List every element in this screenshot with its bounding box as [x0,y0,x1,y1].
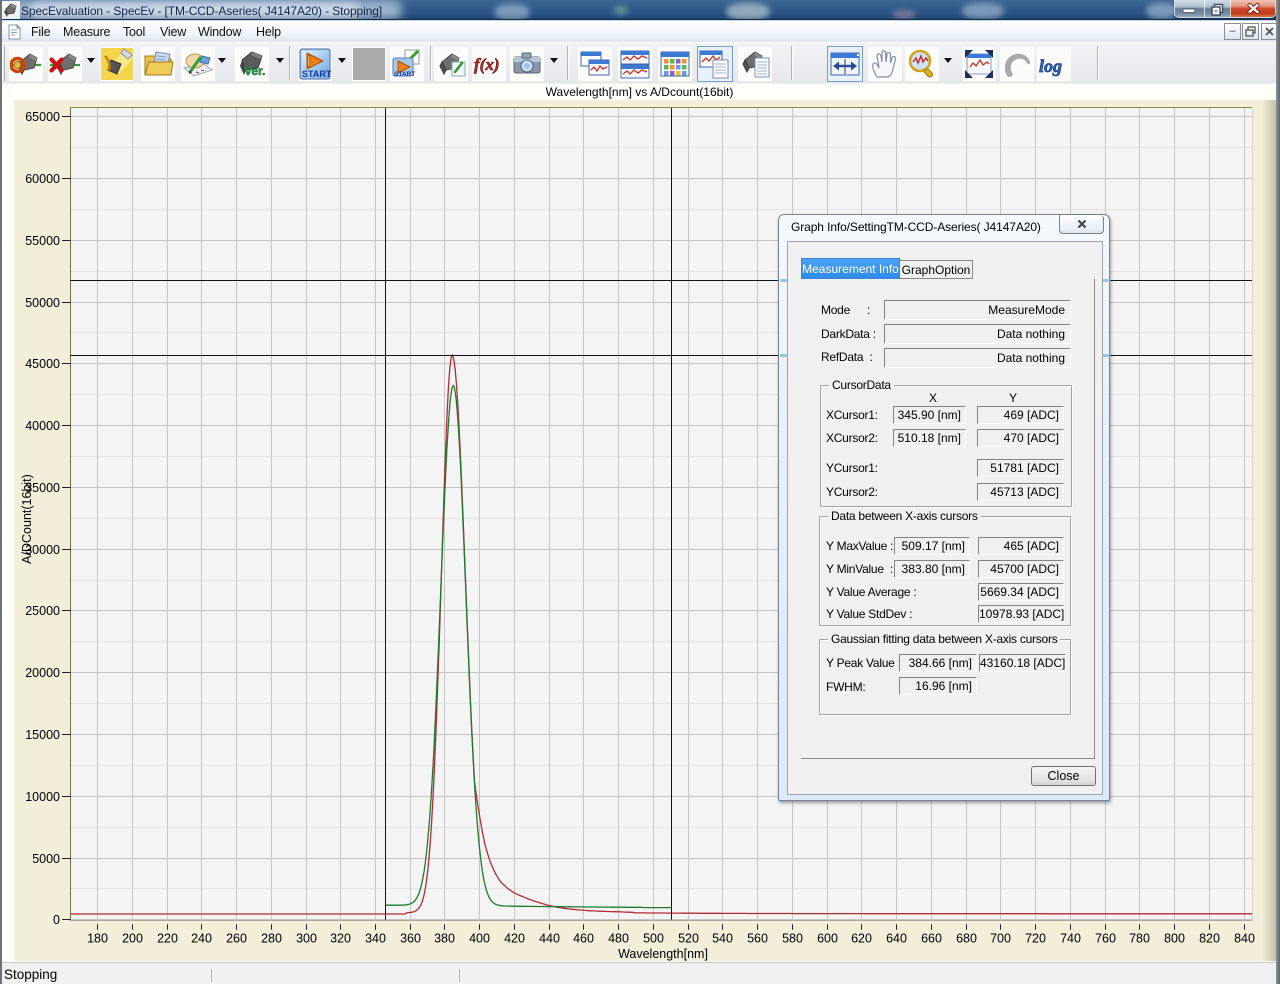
svg-text:740: 740 [1060,931,1081,945]
svg-text:420: 420 [504,931,525,945]
svg-text:60000: 60000 [25,172,60,186]
svg-text:Wavelength[nm]: Wavelength[nm] [618,947,708,961]
svg-text:280: 280 [261,931,282,945]
svg-text:820: 820 [1199,931,1220,945]
svg-text:760: 760 [1095,931,1116,945]
svg-text:Ver.: Ver. [244,64,265,78]
svg-text:55000: 55000 [25,234,60,248]
svg-text:180: 180 [87,931,108,945]
svg-text:660: 660 [921,931,942,945]
svg-text:220: 220 [157,931,178,945]
svg-text:640: 640 [886,931,907,945]
svg-text:320: 320 [330,931,351,945]
svg-text:300: 300 [296,931,317,945]
svg-text:260: 260 [226,931,247,945]
svg-text:5000: 5000 [32,852,60,866]
svg-text:540: 540 [712,931,733,945]
svg-text:380: 380 [434,931,455,945]
svg-text:log: log [1039,56,1062,76]
svg-text:0: 0 [53,913,60,927]
svg-text:840: 840 [1234,931,1255,945]
svg-text:480: 480 [608,931,629,945]
svg-text:460: 460 [573,931,594,945]
svg-text:25000: 25000 [25,604,60,618]
svg-text:680: 680 [956,931,977,945]
svg-text:600: 600 [817,931,838,945]
svg-text:20000: 20000 [25,666,60,680]
svg-text:700: 700 [990,931,1011,945]
svg-text:580: 580 [782,931,803,945]
svg-text:START: START [394,71,415,78]
svg-text:360: 360 [400,931,421,945]
svg-text:780: 780 [1129,931,1150,945]
svg-text:15000: 15000 [25,728,60,742]
svg-text:50000: 50000 [25,296,60,310]
svg-text:340: 340 [365,931,386,945]
svg-text:65000: 65000 [25,110,60,124]
svg-text:400: 400 [469,931,490,945]
svg-text:40000: 40000 [25,419,60,433]
svg-text:45000: 45000 [25,357,60,371]
svg-text:720: 720 [1025,931,1046,945]
svg-text:440: 440 [539,931,560,945]
svg-text:560: 560 [747,931,768,945]
svg-text:520: 520 [678,931,699,945]
svg-text:620: 620 [851,931,872,945]
svg-text:10000: 10000 [25,790,60,804]
svg-text:START: START [302,69,331,79]
svg-text:A/DCount(16bit): A/DCount(16bit) [20,474,34,564]
svg-text:800: 800 [1164,931,1185,945]
svg-text:500: 500 [643,931,664,945]
svg-text:f(x): f(x) [474,55,499,74]
svg-text:200: 200 [122,931,143,945]
svg-text:240: 240 [191,931,212,945]
